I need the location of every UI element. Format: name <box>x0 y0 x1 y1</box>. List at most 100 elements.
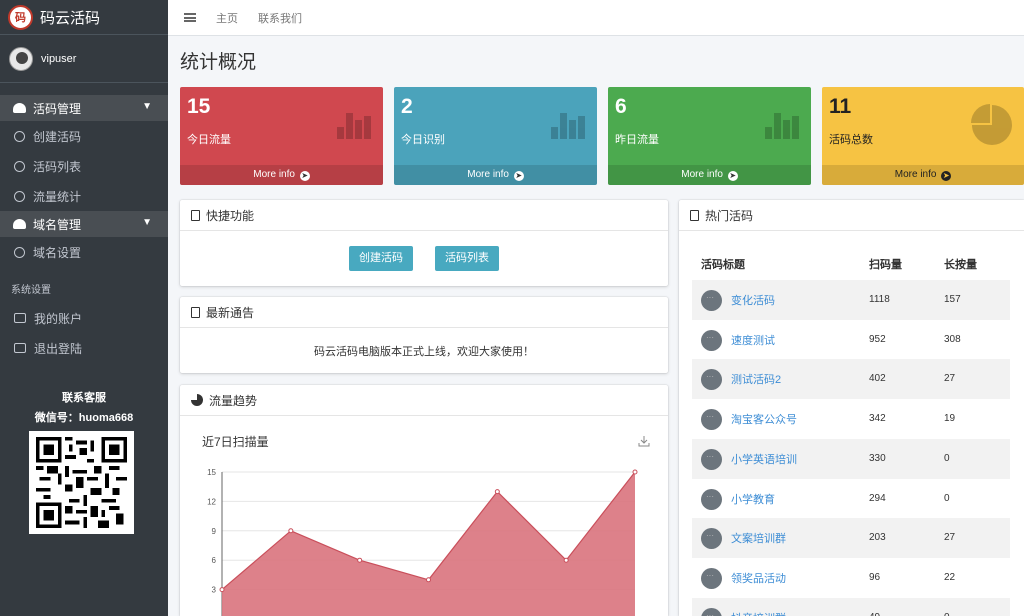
user-panel[interactable]: vipuser <box>0 35 168 83</box>
y-tick-label: 15 <box>207 468 216 477</box>
code-title-link[interactable]: 小学教育 <box>731 491 775 507</box>
data-point <box>632 469 638 475</box>
card-header: 热门活码 <box>679 200 1024 231</box>
y-tick-label: 3 <box>212 586 217 595</box>
nav-group-label: 域名管理 <box>33 217 82 232</box>
stat-value: 11 <box>829 95 852 118</box>
table-row[interactable]: 小学教育 294 0 <box>692 479 1010 519</box>
code-title-link[interactable]: 抖音培训群 <box>731 610 786 616</box>
arrow-right-circle-icon: ➤ <box>299 171 310 181</box>
data-point <box>219 587 225 593</box>
table-row[interactable]: 速度测试 952 308 <box>692 320 1010 360</box>
nav-link-home[interactable]: 主页 <box>216 10 238 26</box>
table-row[interactable]: 小学英语培训 330 0 <box>692 438 1010 479</box>
scan-count: 96 <box>869 571 881 583</box>
circle-icon <box>14 190 25 202</box>
service-info: 联系客服 微信号：huoma668 <box>0 388 168 428</box>
notice-card: 最新通告 码云活码电脑版本正式上线，欢迎大家使用！ <box>180 297 668 373</box>
table-row[interactable]: 淘宝客公众号 342 19 <box>692 399 1010 439</box>
stat-yesterday-traffic: 6 昨日流量 More info ➤ <box>608 87 811 185</box>
sidebar-item-create[interactable]: 创建活码 <box>0 121 168 151</box>
chart-title: 近7日扫描量 <box>202 435 269 449</box>
nav-link-contact[interactable]: 联系我们 <box>258 10 302 26</box>
area-fill <box>222 472 635 616</box>
column-header-title: 活码标题 <box>701 259 745 271</box>
circle-icon <box>14 160 25 172</box>
chevron-down-icon: ▼ <box>142 101 152 112</box>
scan-count: 342 <box>869 413 886 425</box>
code-title-link[interactable]: 变化活码 <box>731 292 775 308</box>
press-count: 27 <box>944 373 956 385</box>
avatar <box>701 329 722 351</box>
stat-more-info-link[interactable]: More info ➤ <box>822 165 1024 185</box>
sidebar-item-label: 我的账户 <box>34 311 83 326</box>
arrow-right-circle-icon: ➤ <box>513 171 524 181</box>
brand-name: 码云活码 <box>40 9 101 27</box>
code-title-link[interactable]: 领奖品活动 <box>731 570 786 586</box>
nav-group-label: 活码管理 <box>33 101 82 116</box>
card-title: 热门活码 <box>705 208 754 223</box>
sidebar-item-logout[interactable]: 退出登陆 <box>0 333 168 363</box>
more-info-label: More info <box>681 169 723 180</box>
code-list-button[interactable]: 活码列表 <box>435 246 499 271</box>
table-row[interactable]: 文案培训群 203 27 <box>692 518 1010 559</box>
stat-today-traffic: 15 今日流量 More info ➤ <box>180 87 383 185</box>
bar-chart-icon <box>765 113 799 139</box>
table-row[interactable]: 领奖品活动 96 22 <box>692 558 1010 598</box>
sidebar-item-label: 活码列表 <box>33 159 82 174</box>
avatar <box>701 448 722 470</box>
sidebar-item-domain-settings[interactable]: 域名设置 <box>0 237 168 267</box>
stat-more-info-link[interactable]: More info ➤ <box>180 165 383 185</box>
code-title-link[interactable]: 小学英语培训 <box>731 451 797 467</box>
circle-icon <box>14 246 25 258</box>
download-icon[interactable] <box>638 435 650 447</box>
qr-code <box>29 431 134 534</box>
brand[interactable]: 码 码云活码 <box>0 0 168 35</box>
quick-functions-card: 快捷功能 创建活码 活码列表 <box>180 200 668 286</box>
hamburger-menu-icon[interactable] <box>184 13 196 22</box>
data-point <box>494 489 500 495</box>
arrow-right-circle-icon: ➤ <box>941 171 952 181</box>
press-count: 19 <box>944 413 956 425</box>
calendar-icon <box>14 313 26 323</box>
avatar <box>701 488 722 510</box>
service-title: 联系客服 <box>62 392 106 404</box>
stat-more-info-link[interactable]: More info ➤ <box>608 165 811 185</box>
card-title: 快捷功能 <box>206 208 255 223</box>
topbar: 主页 联系我们 <box>168 0 1024 36</box>
code-title-link[interactable]: 淘宝客公众号 <box>731 411 797 427</box>
nav-group-huoma[interactable]: 活码管理 ▼ <box>0 95 168 121</box>
sidebar-item-stats[interactable]: 流量统计 <box>0 181 168 211</box>
table-row[interactable]: 测试活码2 402 27 <box>692 359 1010 400</box>
sidebar-item-account[interactable]: 我的账户 <box>0 303 168 333</box>
trend-chart: 3 6 9 12 15 <box>207 468 638 616</box>
avatar <box>701 567 722 589</box>
sidebar-item-list[interactable]: 活码列表 <box>0 151 168 181</box>
page-title: 统计概况 <box>180 52 257 73</box>
pie-chart-icon <box>971 104 1012 145</box>
y-tick-label: 12 <box>207 497 216 506</box>
bar-chart-icon <box>551 113 585 139</box>
stat-label: 活码总数 <box>829 134 873 146</box>
sidebar-item-label: 退出登陆 <box>34 341 83 356</box>
nav-group-domain[interactable]: 域名管理 ▼ <box>0 211 168 237</box>
card-header: 最新通告 <box>180 297 668 328</box>
qr-code-icon <box>36 437 127 528</box>
stat-more-info-link[interactable]: More info ➤ <box>394 165 597 185</box>
press-count: 0 <box>944 492 950 504</box>
press-count: 308 <box>944 333 961 345</box>
stat-total-codes: 11 活码总数 More info ➤ <box>822 87 1024 185</box>
table-row[interactable]: 抖音培训群 49 0 <box>692 597 1010 616</box>
create-code-button[interactable]: 创建活码 <box>349 246 413 271</box>
press-count: 27 <box>944 532 956 544</box>
code-title-link[interactable]: 速度测试 <box>731 332 775 348</box>
scan-count: 402 <box>869 373 886 385</box>
code-title-link[interactable]: 文案培训群 <box>731 530 786 546</box>
table-row[interactable]: 变化活码 1118 157 <box>692 280 1010 320</box>
column-header-scan: 扫码量 <box>869 259 902 271</box>
stat-value: 6 <box>615 95 627 118</box>
code-title-link[interactable]: 测试活码2 <box>731 371 781 387</box>
y-tick-label: 9 <box>212 527 217 536</box>
user-name: vipuser <box>41 52 77 65</box>
clipboard-icon <box>191 306 200 318</box>
